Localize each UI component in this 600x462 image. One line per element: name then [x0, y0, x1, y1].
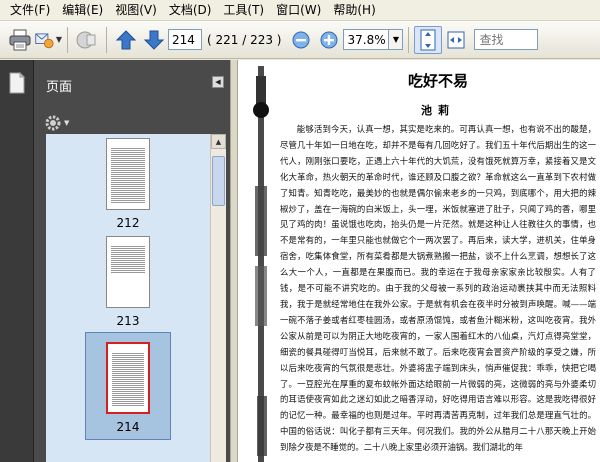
toolbar: ▼ ( 221 / 223 )	[0, 21, 600, 59]
pages-panel-title: 页面	[46, 79, 73, 95]
menu-window[interactable]: 窗口(W)	[270, 1, 327, 20]
options-button[interactable]: ▼	[44, 114, 69, 132]
next-page-button[interactable]	[140, 26, 168, 54]
toolbar-separator	[408, 26, 410, 53]
arrow-down-icon	[143, 30, 165, 50]
page-thumbnail[interactable]: 212	[46, 138, 210, 230]
collapse-panel-button[interactable]: ◀	[212, 76, 224, 88]
collaborate-icon	[76, 31, 96, 48]
thumbnail-label: 214	[116, 420, 140, 434]
page-count: ( 221 / 223 )	[207, 32, 282, 47]
thumbnail-image	[106, 342, 150, 414]
arrow-up-icon	[115, 29, 137, 49]
page-number-input[interactable]	[168, 29, 202, 50]
menu-view[interactable]: 视图(V)	[109, 1, 163, 20]
envelope-icon	[35, 32, 54, 48]
menu-help[interactable]: 帮助(H)	[327, 1, 381, 20]
page-thumbnail-selected[interactable]: 214	[46, 332, 210, 440]
previous-page-button[interactable]	[112, 26, 140, 54]
page-thumbnail[interactable]: 213	[46, 236, 210, 328]
zoom-out-icon	[292, 31, 310, 48]
gear-icon	[45, 115, 61, 131]
document-title: 吃好不易	[407, 72, 468, 90]
scroll-up-button[interactable]: ▲	[211, 134, 226, 149]
toolbar-separator	[67, 26, 68, 53]
thumbnail-list: 212 213 214	[46, 134, 210, 462]
search-input[interactable]	[474, 29, 539, 50]
chevron-down-icon[interactable]: ▼	[56, 35, 62, 44]
menu-file[interactable]: 文件(F)	[4, 1, 56, 20]
thumbnail-label: 212	[116, 216, 140, 230]
thumbnail-label: 213	[116, 314, 140, 328]
menu-bar: 文件(F) 编辑(E) 视图(V) 文档(D) 工具(T) 窗口(W) 帮助(H…	[0, 0, 600, 21]
navigation-strip	[0, 60, 34, 462]
collaborate-button[interactable]	[73, 26, 101, 54]
zoom-in-button[interactable]	[315, 26, 343, 54]
email-button[interactable]: ▼	[34, 26, 62, 54]
menu-document[interactable]: 文档(D)	[163, 1, 218, 20]
zoom-level-input[interactable]	[343, 29, 390, 50]
document-author: 池莉	[421, 104, 455, 117]
zoom-dropdown-button[interactable]: ▼	[389, 29, 404, 50]
pdf-viewer-window: 文件(F) 编辑(E) 视图(V) 文档(D) 工具(T) 窗口(W) 帮助(H…	[0, 0, 600, 462]
pages-panel-header: 页面 ◀	[34, 60, 230, 110]
panel-options-bar: ▼	[34, 110, 230, 136]
thumbnail-image	[106, 138, 150, 210]
scanned-page-edge	[253, 66, 269, 462]
print-button[interactable]	[6, 26, 34, 54]
panel-splitter[interactable]	[230, 60, 238, 462]
menu-edit[interactable]: 编辑(E)	[56, 1, 109, 20]
scrollbar-thumb[interactable]	[212, 156, 225, 206]
fit-page-button[interactable]	[414, 25, 443, 54]
chevron-up-icon: ▲	[215, 137, 222, 146]
thumbnail-image	[106, 236, 150, 308]
document-body: 能够活到今天，认真一想，其实是吃来的。可再认真一想，也有说不出的酸楚，尽管几十年…	[280, 124, 596, 453]
toolbar-separator	[106, 26, 107, 53]
fit-page-icon	[420, 29, 436, 50]
fit-width-button[interactable]	[442, 26, 470, 54]
pages-nav-button[interactable]	[8, 71, 26, 98]
menu-tools[interactable]: 工具(T)	[217, 1, 270, 20]
chevron-left-icon: ◀	[215, 78, 221, 86]
fit-width-icon	[447, 31, 465, 48]
zoom-in-icon	[320, 31, 338, 48]
pages-icon	[9, 71, 26, 94]
chevron-down-icon: ▼	[392, 35, 400, 44]
document-view[interactable]: 吃好不易 池莉 能够活到今天，认真一想，其实是吃来的。可再认真一想，也有说不出的…	[238, 60, 600, 462]
zoom-out-button[interactable]	[287, 26, 315, 54]
thumbnail-scrollbar[interactable]: ▲	[210, 134, 226, 462]
printer-icon	[9, 29, 31, 50]
chevron-down-icon: ▼	[64, 119, 70, 127]
